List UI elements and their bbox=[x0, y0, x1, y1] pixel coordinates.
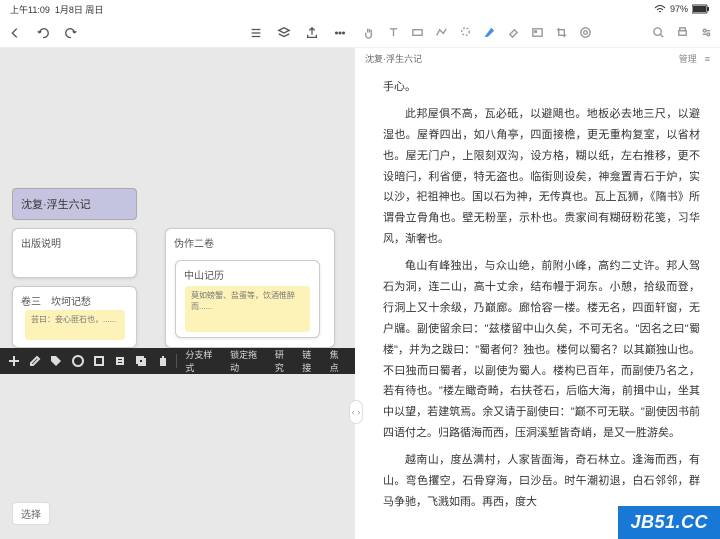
status-right: 97% bbox=[654, 4, 710, 14]
para-0: 手心。 bbox=[383, 77, 700, 98]
doc-meta-bar: 沈复·浮生六记 管理 ≡ bbox=[355, 48, 720, 69]
edit-button[interactable] bbox=[25, 351, 44, 371]
list-button[interactable] bbox=[247, 24, 265, 42]
mindmap-pane: 沈复·浮生六记 出版说明 伪作二卷 卷三 坎坷记愁 中山记历 芸曰：妾心匪石也，… bbox=[0, 18, 355, 539]
branch-style-button[interactable]: 分支样式 bbox=[181, 346, 224, 376]
context-toolbar: 分支样式 锁定拖动 研究 链接 焦点 bbox=[0, 348, 355, 374]
sticky-note-1[interactable]: 芸曰：妾心匪石也，...... bbox=[25, 310, 125, 340]
para-1: 此邦屋俱不高，瓦必砥，以避飓也。地板必去地三尺，以避湿也。屋脊四出，如八角亭，四… bbox=[383, 104, 700, 250]
highlighter-tool[interactable] bbox=[481, 25, 497, 41]
back-button[interactable] bbox=[6, 24, 24, 42]
share-button[interactable] bbox=[303, 24, 321, 42]
polyline-tool[interactable] bbox=[433, 25, 449, 41]
status-bar: 上午11:09 1月8日 周日 97% bbox=[0, 0, 720, 18]
wifi-icon bbox=[654, 4, 666, 14]
print-button[interactable] bbox=[674, 25, 690, 41]
redo-button[interactable] bbox=[62, 24, 80, 42]
node-publish[interactable]: 出版说明 bbox=[12, 228, 137, 278]
image-tool[interactable] bbox=[529, 25, 545, 41]
doc-title: 沈复·浮生六记 bbox=[365, 52, 422, 65]
sticky-note-2[interactable]: 莫如螃蟹、盐蛋等，饮酒惟醉而...... bbox=[185, 286, 310, 332]
crop-tool[interactable] bbox=[553, 25, 569, 41]
watermark: JB51.CC bbox=[618, 506, 720, 539]
pane-collapse-handle[interactable]: ‹ › bbox=[349, 400, 363, 424]
document-body[interactable]: 手心。 此邦屋俱不高，瓦必砥，以避飓也。地板必去地三尺，以避湿也。屋脊四出，如八… bbox=[355, 69, 720, 539]
root-node[interactable]: 沈复·浮生六记 bbox=[12, 188, 137, 220]
settings-button[interactable] bbox=[698, 25, 714, 41]
link-button[interactable]: 链接 bbox=[298, 346, 323, 376]
para-2: 龟山有峰独出，与众山绝，前附小峰，高约二丈许。邦人驾石为洞，连二山，高十丈余，结… bbox=[383, 256, 700, 444]
note-button[interactable] bbox=[89, 351, 108, 371]
battery-pct: 97% bbox=[670, 4, 688, 14]
copy-button[interactable] bbox=[132, 351, 151, 371]
layers-button[interactable] bbox=[275, 24, 293, 42]
undo-button[interactable] bbox=[34, 24, 52, 42]
menu-icon[interactable]: ≡ bbox=[705, 54, 710, 64]
more-button[interactable] bbox=[331, 24, 349, 42]
battery-icon bbox=[692, 4, 710, 14]
text-tool[interactable] bbox=[385, 25, 401, 41]
palette-button[interactable] bbox=[68, 351, 87, 371]
research-button[interactable]: 研究 bbox=[271, 346, 296, 376]
trash-button[interactable] bbox=[153, 351, 172, 371]
focus-button[interactable]: 焦点 bbox=[326, 346, 351, 376]
search-button[interactable] bbox=[650, 25, 666, 41]
manage-link[interactable]: 管理 bbox=[679, 52, 697, 65]
right-toolbar bbox=[355, 18, 720, 48]
select-button[interactable]: 选择 bbox=[12, 502, 50, 525]
attach-button[interactable] bbox=[110, 351, 129, 371]
para-3: 越南山，度丛满村，人家皆面海，奇石林立。逢海而西，有山。弯色攫空，石骨穿海，曰沙… bbox=[383, 450, 700, 513]
lock-drag-button[interactable]: 锁定拖动 bbox=[226, 346, 269, 376]
rect-tool[interactable] bbox=[409, 25, 425, 41]
tag-button[interactable] bbox=[47, 351, 66, 371]
target-tool[interactable] bbox=[577, 25, 593, 41]
status-time: 上午11:09 1月8日 周日 bbox=[10, 3, 103, 16]
document-pane: 沈复·浮生六记 管理 ≡ 手心。 此邦屋俱不高，瓦必砥，以避飓也。地板必去地三尺… bbox=[355, 18, 720, 539]
mindmap-canvas[interactable]: 沈复·浮生六记 出版说明 伪作二卷 卷三 坎坷记愁 中山记历 芸曰：妾心匪石也，… bbox=[0, 48, 355, 508]
hand-tool[interactable] bbox=[361, 25, 377, 41]
eraser-tool[interactable] bbox=[505, 25, 521, 41]
left-toolbar bbox=[0, 18, 355, 48]
lasso-tool[interactable] bbox=[457, 25, 473, 41]
add-button[interactable] bbox=[4, 351, 23, 371]
